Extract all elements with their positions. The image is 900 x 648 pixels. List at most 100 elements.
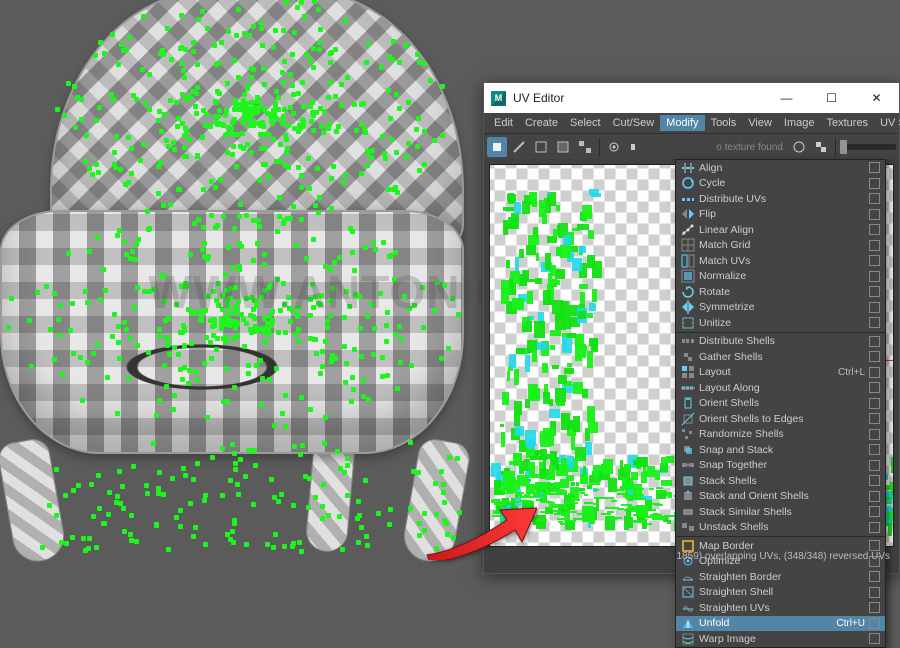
option-box-icon[interactable] [869,336,880,347]
option-box-icon[interactable] [869,633,880,644]
maya-viewport[interactable]: WWW.ANTONIOBOSI.COM M UV Editor — ☐ ✕ Ed… [0,0,900,573]
layout-along-icon [679,380,696,395]
menu-item-straighten-uvs[interactable]: Straighten UVs [676,600,885,616]
menu-item-orient-shells-to-edges[interactable]: Orient Shells to Edges [676,411,885,427]
tool-edge-mode-icon[interactable] [509,137,529,157]
menu-cut-sew[interactable]: Cut/Sew [607,115,661,131]
option-box-icon[interactable] [869,602,880,613]
minimize-button[interactable]: — [764,83,809,113]
option-box-icon[interactable] [869,271,880,282]
menu-item-stack-shells[interactable]: Stack Shells [676,473,885,489]
menu-item-stack-and-orient-shells[interactable]: Stack and Orient Shells [676,489,885,505]
option-box-icon[interactable] [869,302,880,313]
option-box-icon[interactable] [869,444,880,455]
option-box-icon[interactable] [869,286,880,297]
option-box-icon[interactable] [869,317,880,328]
option-box-icon[interactable] [869,382,880,393]
straighten-uvs-icon [679,600,696,615]
menu-item-snap-and-stack[interactable]: Snap and Stack [676,442,885,458]
menu-item-unitize[interactable]: Unitize [676,315,885,331]
menu-item-layout[interactable]: LayoutCtrl+L [676,365,885,381]
close-button[interactable]: ✕ [854,83,899,113]
option-box-icon[interactable] [869,587,880,598]
option-box-icon[interactable] [869,460,880,471]
menu-textures[interactable]: Textures [820,115,874,131]
option-box-icon[interactable] [869,618,880,629]
menu-create[interactable]: Create [519,115,564,131]
option-box-icon[interactable] [869,491,880,502]
option-box-icon[interactable] [869,240,880,251]
dim-slider[interactable] [840,144,896,150]
menu-item-snap-together[interactable]: Snap Together [676,458,885,474]
menu-item-stack-similar-shells[interactable]: Stack Similar Shells [676,504,885,520]
option-box-icon[interactable] [869,351,880,362]
distribute-shells-icon [679,334,696,349]
menu-item-align[interactable]: Align [676,160,885,176]
menu-item-distribute-uvs[interactable]: Distribute UVs [676,191,885,207]
option-box-icon[interactable] [869,540,880,551]
align-icon [679,160,696,175]
option-box-icon[interactable] [869,193,880,204]
menu-item-straighten-border[interactable]: Straighten Border [676,569,885,585]
maya-logo-icon: M [491,91,506,106]
tool-gear-icon[interactable] [604,137,624,157]
menubar: EditCreateSelectCut/SewModifyToolsViewIm… [484,113,899,133]
option-box-icon[interactable] [869,429,880,440]
orient-shells-icon [679,396,696,411]
menu-item-gather-shells[interactable]: Gather Shells [676,349,885,365]
tool-selection-mode-icon[interactable] [487,137,507,157]
menu-item-match-uvs[interactable]: Match UVs [676,253,885,269]
menu-edit[interactable]: Edit [488,115,519,131]
menu-item-match-grid[interactable]: Match Grid [676,238,885,254]
snap-together-icon [679,458,696,473]
menu-image[interactable]: Image [778,115,821,131]
menu-item-randomize-shells[interactable]: Randomize Shells [676,427,885,443]
menu-item-unfold[interactable]: UnfoldCtrl+U [676,616,885,632]
menu-item-rotate[interactable]: Rotate [676,284,885,300]
menu-select[interactable]: Select [564,115,607,131]
uv-pane-left[interactable] [489,164,676,547]
warp-image-icon [679,631,696,646]
option-box-icon[interactable] [869,413,880,424]
tool-checker-icon[interactable] [811,137,831,157]
maximize-button[interactable]: ☐ [809,83,854,113]
option-box-icon[interactable] [869,209,880,220]
menu-view[interactable]: View [742,115,778,131]
option-box-icon[interactable] [869,224,880,235]
menu-uv-sets[interactable]: UV Sets [874,115,900,131]
option-box-icon[interactable] [869,162,880,173]
menu-tools[interactable]: Tools [705,115,743,131]
menu-item-straighten-shell[interactable]: Straighten Shell [676,585,885,601]
tool-face-mode-icon[interactable] [531,137,551,157]
menu-item-normalize[interactable]: Normalize [676,269,885,285]
tool-shell-mode-icon[interactable] [575,137,595,157]
menu-item-unstack-shells[interactable]: Unstack Shells [676,520,885,536]
titlebar[interactable]: M UV Editor — ☐ ✕ [484,83,899,113]
stack-shells-icon [679,473,696,488]
option-box-icon[interactable] [869,367,880,378]
option-box-icon[interactable] [869,475,880,486]
window-title: UV Editor [513,91,564,105]
tool-layout-icon[interactable] [626,137,646,157]
menu-item-warp-image[interactable]: Warp Image [676,631,885,647]
option-box-icon[interactable] [869,398,880,409]
tool-texture-icon[interactable] [789,137,809,157]
menu-item-orient-shells[interactable]: Orient Shells [676,396,885,412]
option-box-icon[interactable] [869,522,880,533]
cycle-icon [679,176,696,191]
menu-item-distribute-shells[interactable]: Distribute Shells [676,334,885,350]
option-box-icon[interactable] [869,506,880,517]
menu-item-layout-along[interactable]: Layout Along [676,380,885,396]
stack-similar-shells-icon [679,504,696,519]
tool-uv-mode-icon[interactable] [553,137,573,157]
menu-modify[interactable]: Modify [660,115,704,131]
match-uvs-icon [679,253,696,268]
menu-item-flip[interactable]: Flip [676,207,885,223]
option-box-icon[interactable] [869,178,880,189]
menu-item-symmetrize[interactable]: Symmetrize [676,300,885,316]
chair-seat [0,210,464,454]
no-texture-label: o texture found [716,142,783,153]
menu-item-linear-align[interactable]: Linear Align [676,222,885,238]
option-box-icon[interactable] [869,255,880,266]
menu-item-cycle[interactable]: Cycle [676,176,885,192]
